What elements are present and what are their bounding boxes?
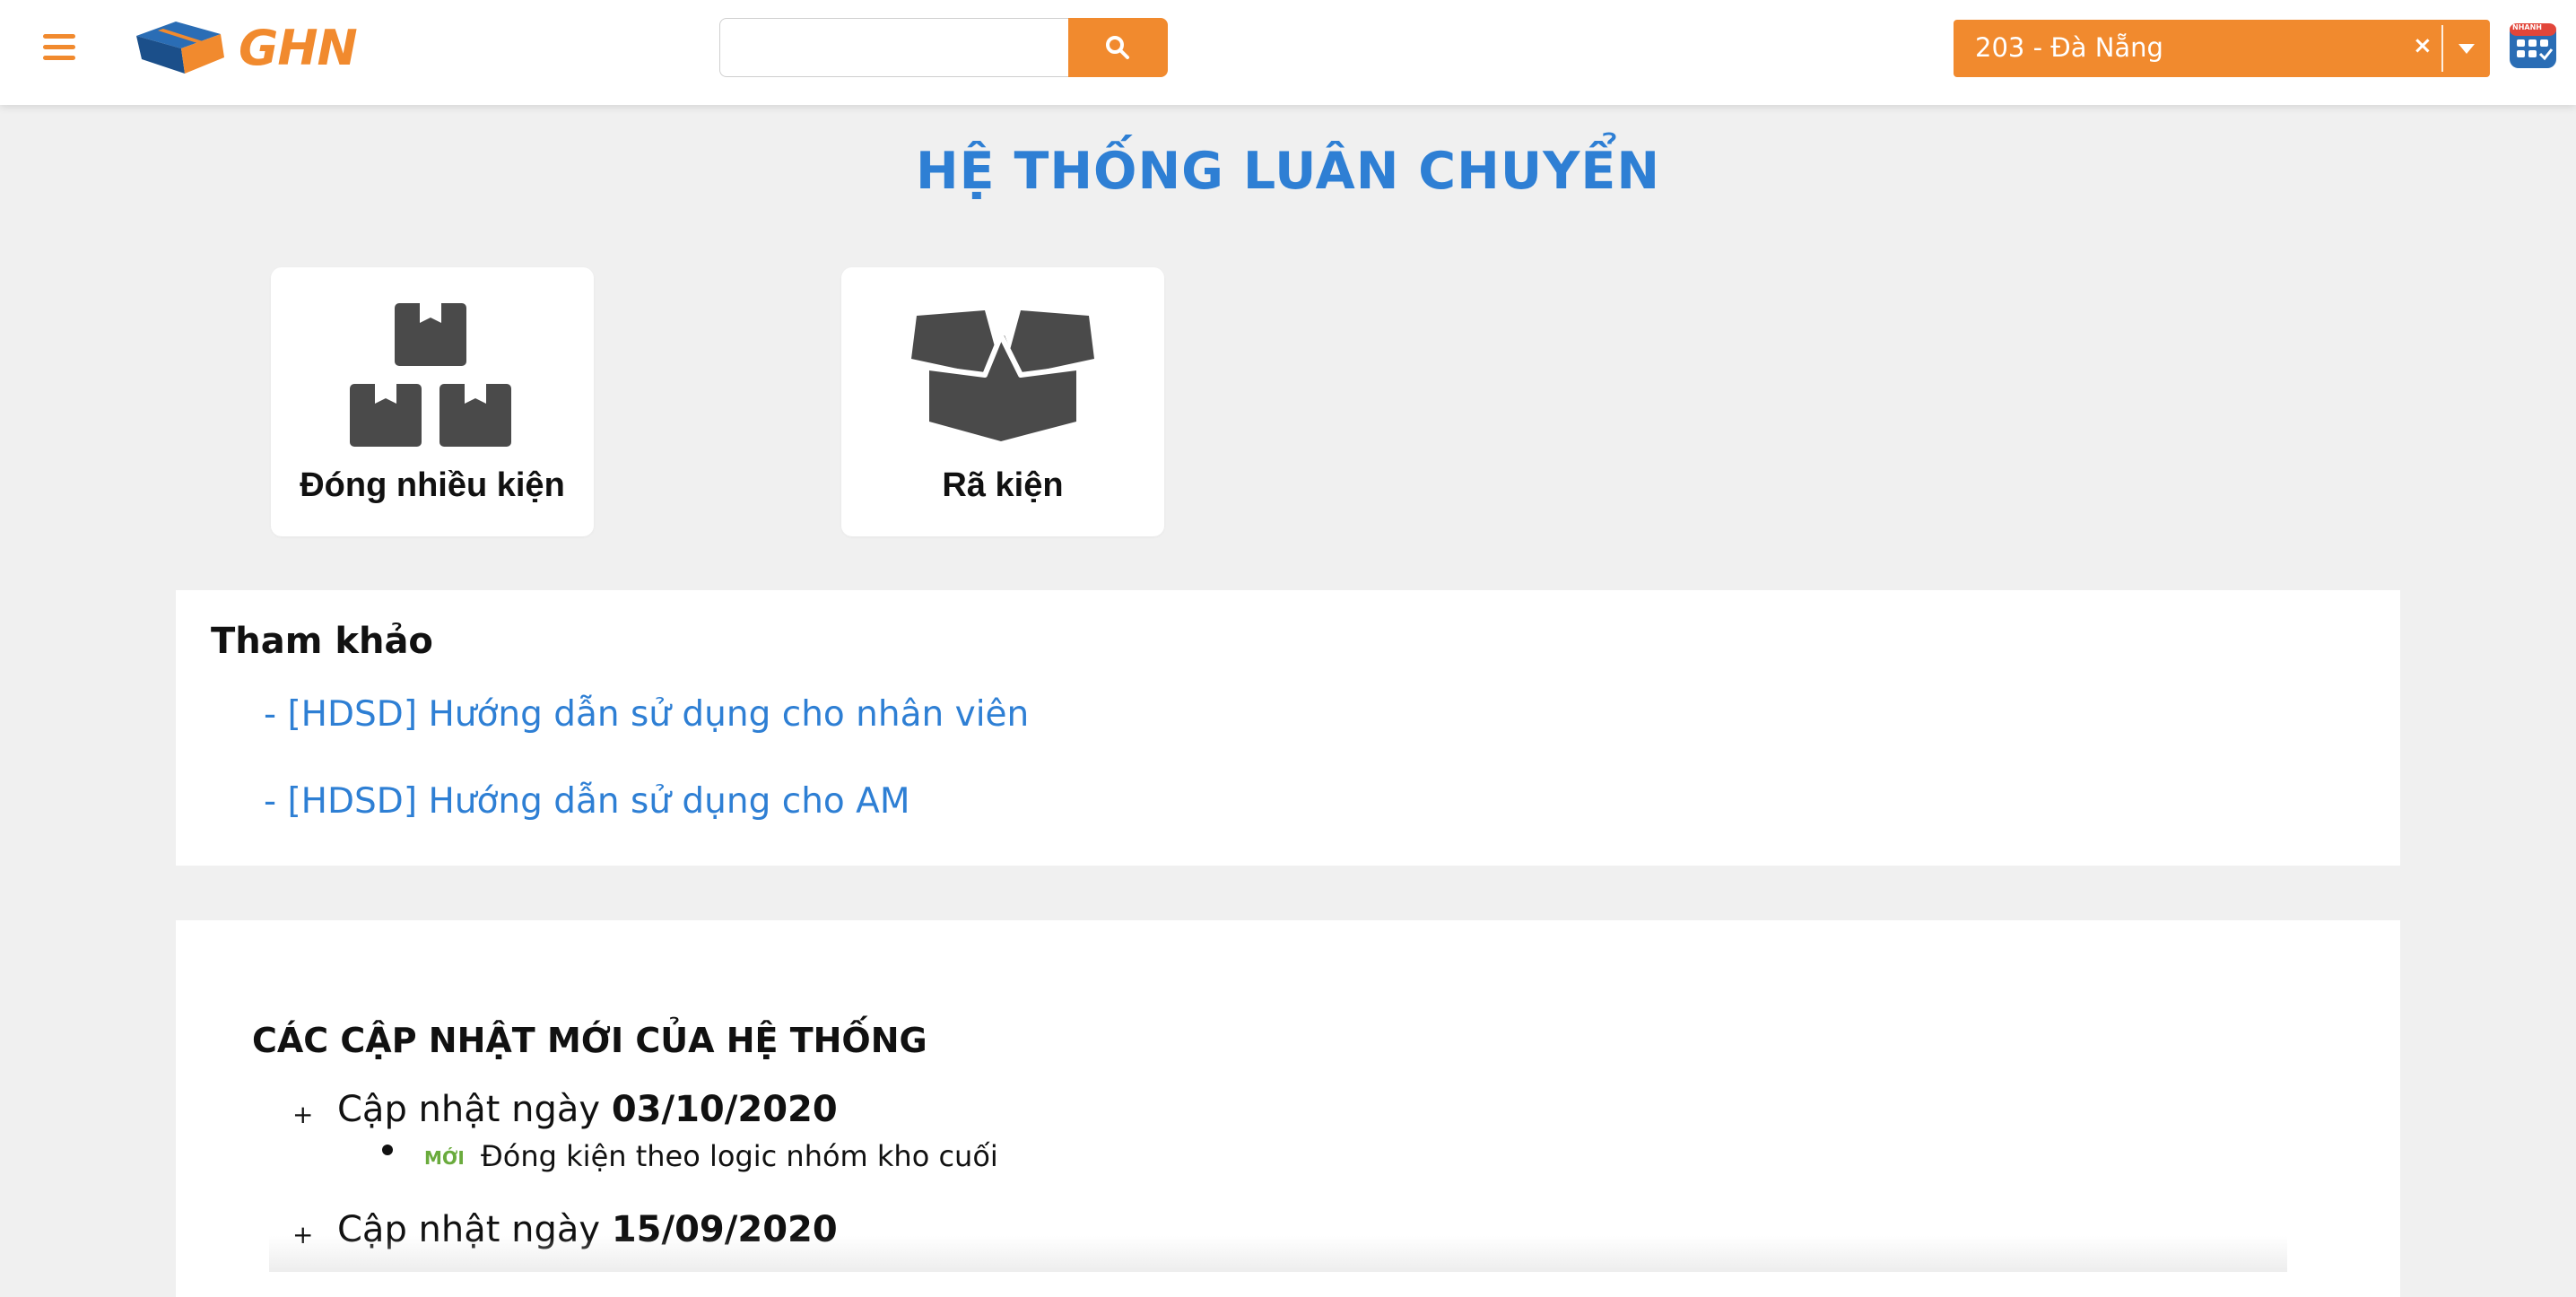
hub-select[interactable]: 203 - Đà Nẵng × bbox=[1954, 20, 2490, 77]
search-button[interactable] bbox=[1068, 18, 1168, 77]
update-entry: Cập nhật ngày 03/10/2020 bbox=[337, 1089, 838, 1130]
reference-title: Tham khảo bbox=[211, 621, 433, 662]
plus-icon: + bbox=[292, 1100, 314, 1129]
bottom-shadow bbox=[269, 1236, 2287, 1272]
pack-multiple-tile[interactable]: Đóng nhiều kiện bbox=[271, 267, 594, 536]
update-item-text: Đóng kiện theo logic nhóm kho cuối bbox=[481, 1139, 998, 1173]
app-icon-badge: NHANH bbox=[2512, 23, 2542, 31]
search-input[interactable] bbox=[719, 18, 1069, 77]
reference-panel: Tham khảo - [HDSD] Hướng dẫn sử dụng cho… bbox=[176, 590, 2400, 866]
chevron-down-icon[interactable] bbox=[2459, 44, 2475, 54]
top-bar: GHN 203 - Đà Nẵng × NHANH bbox=[0, 0, 2576, 105]
logo-text: GHN bbox=[239, 20, 358, 76]
tile-label: Đóng nhiều kiện bbox=[300, 466, 565, 504]
calendar-app-icon[interactable]: NHANH bbox=[2509, 20, 2557, 70]
search-icon bbox=[1106, 36, 1129, 59]
update-date: 03/10/2020 bbox=[611, 1089, 838, 1130]
hamburger-menu-icon[interactable] bbox=[43, 32, 79, 63]
unpack-tile[interactable]: Rã kiện bbox=[841, 267, 1164, 536]
open-box-icon bbox=[911, 310, 1094, 441]
update-prefix: Cập nhật ngày bbox=[337, 1089, 601, 1130]
clear-icon[interactable]: × bbox=[2413, 32, 2432, 59]
hub-select-value: 203 - Đà Nẵng bbox=[1975, 32, 2163, 63]
tile-label: Rã kiện bbox=[942, 466, 1064, 504]
select-divider bbox=[2441, 25, 2443, 72]
guide-link-am[interactable]: - [HDSD] Hướng dẫn sử dụng cho AM bbox=[264, 781, 910, 822]
bullet-icon bbox=[382, 1145, 393, 1155]
guide-link-staff[interactable]: - [HDSD] Hướng dẫn sử dụng cho nhân viên bbox=[264, 694, 1029, 735]
ghn-logo-mark bbox=[136, 22, 224, 74]
page-title: HỆ THỐNG LUÂN CHUYỂN bbox=[915, 142, 1661, 201]
boxes-stack-icon bbox=[350, 303, 511, 447]
new-badge: MỚI bbox=[424, 1147, 465, 1169]
ghn-logo[interactable]: GHN bbox=[131, 18, 364, 77]
updates-title: CÁC CẬP NHẬT MỚI CỦA HỆ THỐNG bbox=[252, 1021, 927, 1060]
